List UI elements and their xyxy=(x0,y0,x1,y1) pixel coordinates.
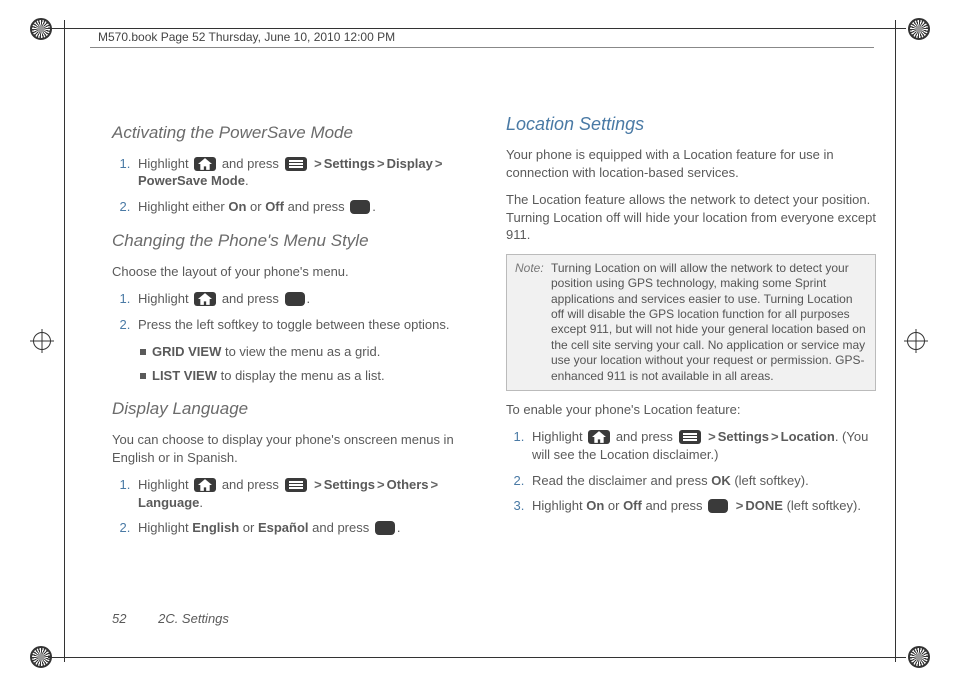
home-icon xyxy=(194,478,216,492)
body-text: You can choose to display your phone's o… xyxy=(112,431,482,466)
menu-key-icon xyxy=(285,478,307,492)
list-item: Highlight and press >Settings>Location. … xyxy=(528,428,876,463)
ok-key-icon xyxy=(375,521,395,535)
ok-key-icon xyxy=(285,292,305,306)
square-bullet-icon xyxy=(140,349,146,355)
body-text: Your phone is equipped with a Location f… xyxy=(506,146,876,181)
crop-mark xyxy=(48,657,906,658)
list-item: Highlight On or Off and press >DONE (lef… xyxy=(528,497,876,515)
ok-key-icon xyxy=(708,499,728,513)
list-item: Press the left softkey to toggle between… xyxy=(134,316,482,334)
note-label: Note: xyxy=(515,261,551,384)
body-text: The Location feature allows the network … xyxy=(506,191,876,244)
crop-mark xyxy=(48,28,906,29)
sub-bullet: GRID VIEW to view the menu as a grid. xyxy=(140,343,482,361)
note-body: Turning Location on will allow the netwo… xyxy=(551,261,867,384)
registration-mark-icon xyxy=(30,18,52,40)
home-icon xyxy=(194,292,216,306)
section-label: 2C. Settings xyxy=(158,611,229,626)
home-icon xyxy=(588,430,610,444)
menu-key-icon xyxy=(285,157,307,171)
list-item: Highlight English or Español and press . xyxy=(134,519,482,537)
page-header: M570.book Page 52 Thursday, June 10, 201… xyxy=(98,30,395,44)
heading-powersave: Activating the PowerSave Mode xyxy=(112,122,482,145)
list-menu-style: Highlight and press . Press the left sof… xyxy=(112,290,482,333)
body-text: Choose the layout of your phone's menu. xyxy=(112,263,482,281)
page-number: 52 xyxy=(112,611,126,626)
list-location: Highlight and press >Settings>Location. … xyxy=(506,428,876,514)
list-powersave: Highlight and press >Settings>Display> P… xyxy=(112,155,482,216)
list-item: Highlight either On or Off and press . xyxy=(134,198,482,216)
header-rule xyxy=(90,47,874,48)
crop-mark xyxy=(895,20,896,662)
heading-location-settings: Location Settings xyxy=(506,112,876,136)
note-box: Note: Turning Location on will allow the… xyxy=(506,254,876,391)
crop-mark xyxy=(64,20,65,662)
body-text: To enable your phone's Location feature: xyxy=(506,401,876,419)
list-item: Read the disclaimer and press OK (left s… xyxy=(528,472,876,490)
document-page: M570.book Page 52 Thursday, June 10, 201… xyxy=(0,0,954,682)
heading-menu-style: Changing the Phone's Menu Style xyxy=(112,230,482,253)
page-footer: 52 2C. Settings xyxy=(112,611,229,626)
list-item: Highlight and press >Settings>Display> P… xyxy=(134,155,482,190)
home-icon xyxy=(194,157,216,171)
menu-key-icon xyxy=(679,430,701,444)
square-bullet-icon xyxy=(140,373,146,379)
list-item: Highlight and press . xyxy=(134,290,482,308)
crosshair-icon xyxy=(904,329,928,353)
registration-mark-icon xyxy=(908,18,930,40)
sub-bullet: LIST VIEW to display the menu as a list. xyxy=(140,367,482,385)
heading-display-language: Display Language xyxy=(112,398,482,421)
registration-mark-icon xyxy=(908,646,930,668)
crosshair-icon xyxy=(30,329,54,353)
list-language: Highlight and press >Settings>Others> La… xyxy=(112,476,482,537)
list-item: Highlight and press >Settings>Others> La… xyxy=(134,476,482,511)
body-columns: Activating the PowerSave Mode Highlight … xyxy=(112,108,876,592)
ok-key-icon xyxy=(350,200,370,214)
